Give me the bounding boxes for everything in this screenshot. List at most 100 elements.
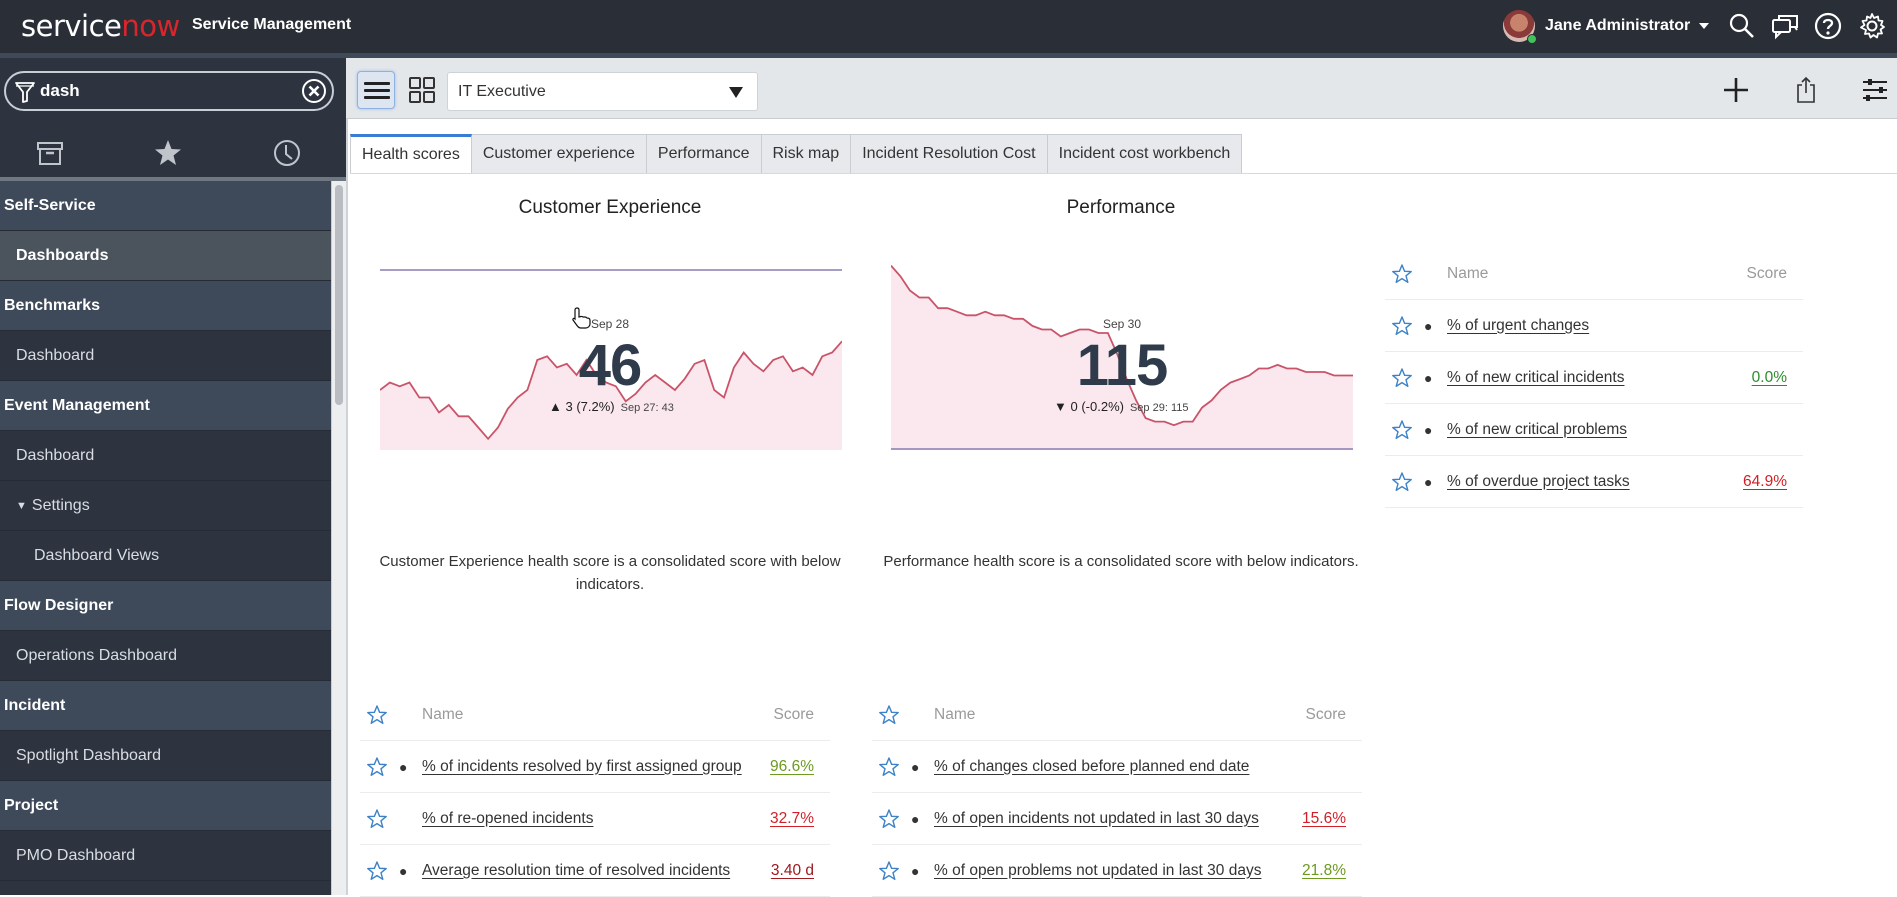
nav-module[interactable]: ▼ Settings <box>0 481 331 531</box>
score-date: Sep 30 <box>1102 317 1142 331</box>
caret-down-icon <box>1699 23 1710 29</box>
indicator-score[interactable]: 3.40 d <box>771 862 814 880</box>
dashboard-select[interactable]: IT Executive <box>447 72 758 111</box>
tab-incident-cost-workbench[interactable]: Incident cost workbench <box>1047 134 1243 174</box>
all-applications-icon[interactable] <box>33 136 67 170</box>
star-icon[interactable] <box>366 756 388 778</box>
nav-section[interactable]: Self-Service <box>0 181 331 231</box>
logo-service-text: service <box>21 9 122 43</box>
chat-icon[interactable] <box>1771 12 1799 40</box>
nav-item-label: Dashboard Views <box>34 546 160 564</box>
star-icon[interactable] <box>366 860 388 882</box>
nav-module[interactable]: Spotlight Dashboard <box>0 731 331 781</box>
nav-item-label: Spotlight Dashboard <box>16 746 161 764</box>
grid-view-button[interactable] <box>403 71 441 109</box>
share-icon[interactable] <box>1790 74 1822 106</box>
gear-icon[interactable] <box>1858 12 1886 40</box>
expand-triangle-icon[interactable]: ▼ <box>16 500 27 512</box>
indicator-link[interactable]: % of changes closed before planned end d… <box>934 758 1249 776</box>
user-menu[interactable]: Jane Administrator <box>1503 9 1710 44</box>
column-header-name[interactable]: Name <box>422 706 463 724</box>
nav-module[interactable]: PMO Dashboard <box>0 831 331 881</box>
previous-score: Sep 29: 115 <box>1129 402 1189 414</box>
indicator-link[interactable]: % of incidents resolved by first assigne… <box>422 758 742 776</box>
indicator-link[interactable]: % of new critical incidents <box>1447 369 1624 387</box>
star-icon[interactable] <box>1391 471 1413 493</box>
indicator-score[interactable]: 0.0% <box>1752 369 1787 387</box>
indicator-score[interactable]: 32.7% <box>770 810 814 828</box>
add-icon[interactable] <box>1720 74 1752 106</box>
star-icon[interactable] <box>1391 263 1413 285</box>
nav-section[interactable]: Flow Designer <box>0 581 331 631</box>
star-icon[interactable] <box>1391 367 1413 389</box>
column-header-name[interactable]: Name <box>934 706 975 724</box>
column-header-score[interactable]: Score <box>774 706 815 724</box>
grid-view-icon <box>409 77 435 103</box>
widget-title: Performance <box>1066 197 1176 218</box>
star-icon[interactable] <box>1391 315 1413 337</box>
column-header-name[interactable]: Name <box>1447 265 1488 283</box>
clear-filter-icon[interactable] <box>301 78 327 104</box>
column-header-score[interactable]: Score <box>1747 265 1788 283</box>
avatar <box>1503 10 1537 44</box>
star-icon[interactable] <box>878 704 900 726</box>
nav-item-label: Flow Designer <box>4 596 114 614</box>
list-view-button[interactable] <box>357 71 395 109</box>
tab-customer-experience[interactable]: Customer experience <box>471 134 647 174</box>
nav-module[interactable]: Dashboard <box>0 331 331 381</box>
indicators-table-performance: Name Score ● % of changes closed before pla… <box>872 689 1362 897</box>
tab-risk-map[interactable]: Risk map <box>761 134 852 174</box>
bullet-icon: ● <box>911 862 920 879</box>
navigator-filter-input[interactable] <box>40 79 290 103</box>
nav-item-label: Operations Dashboard <box>16 646 177 664</box>
nav-module[interactable]: Dashboard <box>0 431 331 481</box>
settings-sliders-icon[interactable] <box>1859 74 1891 106</box>
help-icon[interactable] <box>1814 12 1842 40</box>
score-value[interactable]: 46 <box>510 332 710 399</box>
navigator-scrollbar[interactable] <box>331 181 346 895</box>
star-icon[interactable] <box>878 756 900 778</box>
indicator-link[interactable]: % of open incidents not updated in last … <box>934 810 1259 828</box>
favorites-icon[interactable] <box>151 136 185 170</box>
tab-health-scores[interactable]: Health scores <box>350 134 472 174</box>
nav-module[interactable]: Operations Dashboard <box>0 631 331 681</box>
indicator-link[interactable]: % of re-opened incidents <box>422 810 593 828</box>
indicator-link[interactable]: % of new critical problems <box>1447 421 1627 439</box>
down-arrow-icon: ▼ <box>1054 399 1067 414</box>
indicator-score[interactable]: 96.6% <box>770 758 814 776</box>
history-icon[interactable] <box>270 136 304 170</box>
column-header-score[interactable]: Score <box>1306 706 1347 724</box>
star-icon[interactable] <box>878 860 900 882</box>
score-value[interactable]: 115 <box>1022 332 1222 399</box>
indicator-score[interactable]: 21.8% <box>1302 862 1346 880</box>
tab-performance[interactable]: Performance <box>646 134 762 174</box>
star-icon[interactable] <box>1391 419 1413 441</box>
indicator-link[interactable]: % of overdue project tasks <box>1447 473 1630 491</box>
star-icon[interactable] <box>366 808 388 830</box>
indicator-link[interactable]: % of urgent changes <box>1447 317 1589 335</box>
nav-module[interactable]: Dashboard Views <box>0 531 331 581</box>
up-arrow-icon: ▲ <box>549 399 562 414</box>
star-icon[interactable] <box>366 704 388 726</box>
indicators-table-customer-experience: Name Score ● % of incidents resolved by fir… <box>360 689 830 897</box>
nav-section[interactable]: Incident <box>0 681 331 731</box>
nav-item-label: Self-Service <box>4 196 96 214</box>
nav-section[interactable]: Benchmarks <box>0 281 331 331</box>
indicator-score[interactable]: 64.9% <box>1743 473 1787 491</box>
indicator-link[interactable]: % of open problems not updated in last 3… <box>934 862 1261 880</box>
servicenow-logo[interactable]: servicenow <box>21 9 180 43</box>
star-icon[interactable] <box>878 808 900 830</box>
bullet-icon: ● <box>1424 421 1433 438</box>
tab-incident-resolution-cost[interactable]: Incident Resolution Cost <box>851 134 1048 174</box>
navigator-filter[interactable] <box>4 71 334 111</box>
nav-item-label: Dashboard <box>16 346 95 364</box>
nav-section[interactable]: Event Management <box>0 381 331 431</box>
indicator-link[interactable]: Average resolution time of resolved inci… <box>422 862 730 880</box>
widget-title: Customer Experience <box>518 197 702 218</box>
nav-section[interactable]: Project <box>0 781 331 831</box>
search-icon[interactable] <box>1728 12 1756 40</box>
table-row: ● % of overdue project tasks 64.9% <box>1385 456 1803 508</box>
indicator-score[interactable]: 15.6% <box>1302 810 1346 828</box>
nav-module[interactable]: Dashboards <box>0 231 331 281</box>
scrollbar-thumb[interactable] <box>335 185 343 405</box>
